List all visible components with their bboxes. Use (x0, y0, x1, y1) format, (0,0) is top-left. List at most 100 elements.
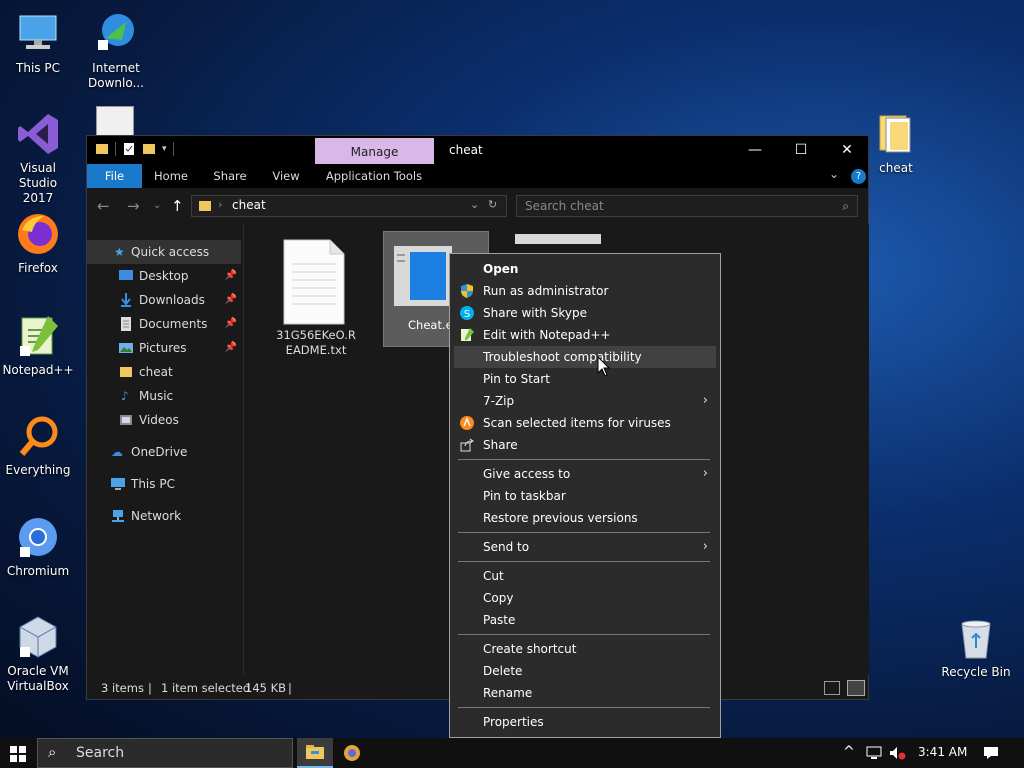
ribbon-expand-icon[interactable]: ⌄ (829, 167, 839, 181)
menu-item-open[interactable]: Open (454, 258, 716, 280)
nav-item-pictures[interactable]: Pictures 📌 (87, 336, 241, 360)
details-view-icon[interactable] (824, 681, 840, 695)
browser-icon (344, 745, 360, 761)
tab-home[interactable]: Home (149, 164, 193, 188)
desktop-icon-this-pc[interactable]: This PC (0, 10, 76, 76)
nav-network[interactable]: Network (87, 504, 241, 528)
nav-label: Desktop (139, 269, 189, 283)
menu-item-7zip[interactable]: 7-Zip › (454, 390, 716, 412)
taskbar-file-explorer-button[interactable] (297, 738, 333, 768)
menu-item-properties[interactable]: Properties (454, 711, 716, 733)
menu-label: Delete (483, 664, 523, 678)
desktop-icon-label: Firefox (18, 261, 58, 275)
desktop-icon-virtualbox[interactable]: Oracle VM VirtualBox (0, 613, 76, 694)
action-center-icon[interactable] (983, 746, 999, 760)
nav-item-videos[interactable]: Videos (87, 408, 241, 432)
tray-overflow-chevron-icon[interactable]: ^ (843, 744, 855, 760)
address-dropdown-icon[interactable]: ⌄ (470, 198, 479, 211)
minimize-button[interactable]: — (732, 136, 778, 164)
menu-item-share[interactable]: Share (454, 434, 716, 456)
submenu-chevron-icon: › (702, 466, 708, 481)
properties-check-icon[interactable] (122, 142, 136, 156)
menu-item-run-as-administrator[interactable]: Run as administrator (454, 280, 716, 302)
virtualbox-icon (14, 613, 62, 661)
nav-label: Downloads (139, 293, 205, 307)
menu-item-pin-to-taskbar[interactable]: Pin to taskbar (454, 485, 716, 507)
nav-item-documents[interactable]: Documents 📌 (87, 312, 241, 336)
nav-label: Network (131, 509, 182, 523)
menu-item-scan-for-viruses[interactable]: Scan selected items for viruses (454, 412, 716, 434)
windows-start-icon[interactable] (10, 746, 26, 762)
menu-item-share-with-skype[interactable]: S Share with Skype (454, 302, 716, 324)
this-pc-icon (14, 10, 62, 58)
desktop-icon-recycle-bin[interactable]: Recycle Bin (936, 614, 1016, 680)
menu-item-give-access-to[interactable]: Give access to › (454, 463, 716, 485)
volume-muted-icon[interactable] (889, 746, 907, 760)
network-tray-icon[interactable] (866, 746, 882, 760)
menu-label: 7-Zip (483, 394, 515, 408)
submenu-chevron-icon: › (702, 393, 708, 408)
desktop-icon-chromium[interactable]: Chromium (0, 513, 76, 579)
nav-item-desktop[interactable]: Desktop 📌 (87, 264, 241, 288)
everything-search-icon (14, 412, 62, 460)
nav-item-cheat[interactable]: cheat (87, 360, 241, 384)
tab-manage[interactable]: Manage (315, 138, 434, 165)
tab-view[interactable]: View (264, 164, 308, 188)
large-icons-view-icon[interactable] (847, 680, 865, 696)
nav-onedrive[interactable]: ☁ OneDrive (87, 440, 241, 464)
menu-item-restore-previous-versions[interactable]: Restore previous versions (454, 507, 716, 529)
taskbar-search-box[interactable]: ⌕ Search (37, 738, 293, 768)
tab-share[interactable]: Share (207, 164, 253, 188)
qat-dropdown-icon[interactable]: ▾ (162, 144, 167, 154)
menu-item-send-to[interactable]: Send to › (454, 536, 716, 558)
tab-application-tools[interactable]: Application Tools (321, 164, 427, 188)
file-item-third[interactable] (515, 234, 601, 244)
search-field[interactable]: Search cheat ⌕ (516, 195, 858, 217)
taskbar-browser-button[interactable] (337, 738, 367, 768)
notepadpp-icon (14, 312, 62, 360)
partial-desktop-icon (96, 106, 134, 138)
chromium-icon (14, 513, 62, 561)
tab-file[interactable]: File (87, 164, 142, 188)
pin-icon: 📌 (224, 294, 237, 305)
desktop-icon-notepadpp[interactable]: Notepad++ (0, 312, 76, 378)
desktop-icon-everything[interactable]: Everything (0, 412, 76, 478)
menu-item-rename[interactable]: Rename (454, 682, 716, 704)
menu-item-delete[interactable]: Delete (454, 660, 716, 682)
nav-item-music[interactable]: ♪ Music (87, 384, 241, 408)
clock-time[interactable]: 3:41 AM (918, 745, 967, 759)
menu-item-troubleshoot-compatibility[interactable]: Troubleshoot compatibility (454, 346, 716, 368)
nav-this-pc[interactable]: This PC (87, 472, 241, 496)
desktop-icon-firefox[interactable]: Firefox (0, 210, 76, 276)
menu-item-copy[interactable]: Copy (454, 587, 716, 609)
recent-locations-chevron-icon[interactable]: ⌄ (153, 200, 161, 211)
desktop-icon-internet-download[interactable]: Internet Downlo... (78, 10, 154, 91)
desktop-icon-label: Chromium (6, 564, 70, 578)
navigation-pane: ★ Quick access Desktop 📌 Downloads 📌 Doc… (87, 232, 243, 672)
menu-item-cut[interactable]: Cut (454, 565, 716, 587)
nav-item-downloads[interactable]: Downloads 📌 (87, 288, 241, 312)
address-field[interactable]: › cheat ⌄ ↻ (191, 195, 507, 217)
desktop-icon-visual-studio[interactable]: Visual Studio 2017 (0, 110, 76, 206)
nav-label: Documents (139, 317, 208, 331)
refresh-icon[interactable]: ↻ (488, 198, 497, 211)
menu-item-edit-with-notepadpp[interactable]: Edit with Notepad++ (454, 324, 716, 346)
search-icon[interactable]: ⌕ (842, 196, 849, 216)
new-folder-icon[interactable] (142, 142, 156, 156)
menu-item-pin-to-start[interactable]: Pin to Start (454, 368, 716, 390)
menu-separator (458, 561, 710, 562)
status-item-count: 3 items (101, 681, 144, 695)
menu-item-create-shortcut[interactable]: Create shortcut (454, 638, 716, 660)
desktop-icon-label: Visual Studio 2017 (18, 161, 58, 205)
up-arrow-icon[interactable]: ↑ (171, 197, 184, 215)
menu-separator (458, 707, 710, 708)
forward-arrow-icon[interactable]: → (127, 197, 140, 215)
close-button[interactable]: ✕ (824, 136, 870, 164)
breadcrumb-cheat[interactable]: cheat (232, 198, 266, 212)
file-item-readme[interactable]: 31G56EKeO.README.txt (264, 234, 364, 357)
help-icon[interactable]: ? (851, 169, 866, 184)
back-arrow-icon[interactable]: ← (97, 197, 110, 215)
nav-quick-access[interactable]: ★ Quick access (87, 240, 241, 264)
menu-item-paste[interactable]: Paste (454, 609, 716, 631)
maximize-button[interactable]: ☐ (778, 136, 824, 164)
